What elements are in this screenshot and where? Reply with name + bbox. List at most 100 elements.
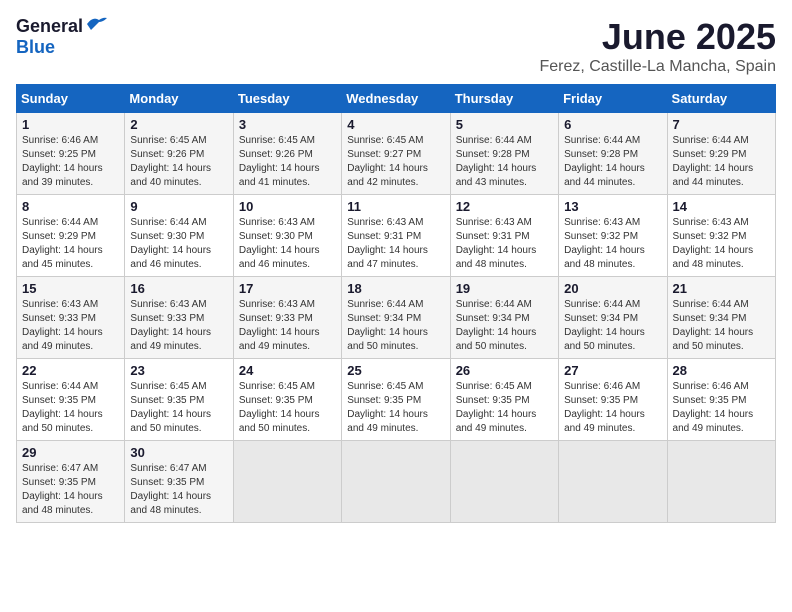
day-number: 18: [347, 281, 444, 296]
calendar-day-cell: 21 Sunrise: 6:44 AMSunset: 9:34 PMDayligh…: [667, 277, 775, 359]
day-info: Sunrise: 6:43 AMSunset: 9:31 PMDaylight:…: [347, 216, 444, 272]
calendar-day-cell: 25 Sunrise: 6:45 AMSunset: 9:35 PMDayligh…: [342, 359, 450, 441]
day-info: Sunrise: 6:44 AMSunset: 9:34 PMDaylight:…: [673, 298, 770, 354]
day-number: 29: [22, 445, 119, 460]
calendar-week-row: 8Sunrise: 6:44 AMSunset: 9:29 PMDaylight…: [17, 195, 776, 277]
calendar-day-cell: 8Sunrise: 6:44 AMSunset: 9:29 PMDaylight…: [17, 195, 125, 277]
calendar-day-cell: 2Sunrise: 6:45 AMSunset: 9:26 PMDaylight…: [125, 113, 233, 195]
day-info: Sunrise: 6:43 AMSunset: 9:31 PMDaylight:…: [456, 216, 553, 272]
day-number: 28: [673, 363, 770, 378]
calendar-week-row: 1Sunrise: 6:46 AMSunset: 9:25 PMDaylight…: [17, 113, 776, 195]
calendar-weekday-header: Friday: [559, 85, 667, 113]
day-info: Sunrise: 6:44 AMSunset: 9:28 PMDaylight:…: [456, 134, 553, 190]
calendar-weekday-header: Sunday: [17, 85, 125, 113]
day-number: 3: [239, 117, 336, 132]
day-info: Sunrise: 6:46 AMSunset: 9:25 PMDaylight:…: [22, 134, 119, 190]
calendar-week-row: 15 Sunrise: 6:43 AMSunset: 9:33 PMDayligh…: [17, 277, 776, 359]
day-info: Sunrise: 6:47 AMSunset: 9:35 PMDaylight:…: [130, 462, 227, 518]
calendar-table: SundayMondayTuesdayWednesdayThursdayFrid…: [16, 84, 776, 523]
calendar-day-cell: 23 Sunrise: 6:45 AMSunset: 9:35 PMDayligh…: [125, 359, 233, 441]
day-number: 2: [130, 117, 227, 132]
day-number: 12: [456, 199, 553, 214]
day-info: Sunrise: 6:43 AMSunset: 9:33 PMDaylight:…: [22, 298, 119, 354]
calendar-day-cell: 19 Sunrise: 6:44 AMSunset: 9:34 PMDayligh…: [450, 277, 558, 359]
day-number: 14: [673, 199, 770, 214]
calendar-day-cell: [233, 441, 341, 523]
day-number: 6: [564, 117, 661, 132]
calendar-day-cell: 17 Sunrise: 6:43 AMSunset: 9:33 PMDayligh…: [233, 277, 341, 359]
logo-bird-icon: [85, 16, 107, 32]
day-info: Sunrise: 6:43 AMSunset: 9:30 PMDaylight:…: [239, 216, 336, 272]
day-info: Sunrise: 6:43 AMSunset: 9:32 PMDaylight:…: [564, 216, 661, 272]
calendar-day-cell: [342, 441, 450, 523]
day-info: Sunrise: 6:45 AMSunset: 9:35 PMDaylight:…: [456, 380, 553, 436]
calendar-day-cell: 30 Sunrise: 6:47 AMSunset: 9:35 PMDayligh…: [125, 441, 233, 523]
day-info: Sunrise: 6:45 AMSunset: 9:35 PMDaylight:…: [130, 380, 227, 436]
calendar-day-cell: 13 Sunrise: 6:43 AMSunset: 9:32 PMDayligh…: [559, 195, 667, 277]
day-info: Sunrise: 6:45 AMSunset: 9:26 PMDaylight:…: [239, 134, 336, 190]
day-info: Sunrise: 6:47 AMSunset: 9:35 PMDaylight:…: [22, 462, 119, 518]
calendar-weekday-header: Saturday: [667, 85, 775, 113]
day-number: 9: [130, 199, 227, 214]
title-area: June 2025 Ferez, Castille-La Mancha, Spa…: [539, 16, 776, 76]
calendar-header-row: SundayMondayTuesdayWednesdayThursdayFrid…: [17, 85, 776, 113]
day-info: Sunrise: 6:46 AMSunset: 9:35 PMDaylight:…: [564, 380, 661, 436]
calendar-day-cell: 6 Sunrise: 6:44 AMSunset: 9:28 PMDaylight…: [559, 113, 667, 195]
day-number: 21: [673, 281, 770, 296]
day-number: 15: [22, 281, 119, 296]
calendar-day-cell: 27 Sunrise: 6:46 AMSunset: 9:35 PMDayligh…: [559, 359, 667, 441]
day-info: Sunrise: 6:43 AMSunset: 9:33 PMDaylight:…: [239, 298, 336, 354]
calendar-day-cell: [450, 441, 558, 523]
calendar-weekday-header: Tuesday: [233, 85, 341, 113]
day-number: 22: [22, 363, 119, 378]
calendar-day-cell: 10 Sunrise: 6:43 AMSunset: 9:30 PMDayligh…: [233, 195, 341, 277]
calendar-day-cell: 24 Sunrise: 6:45 AMSunset: 9:35 PMDayligh…: [233, 359, 341, 441]
calendar-weekday-header: Wednesday: [342, 85, 450, 113]
day-number: 10: [239, 199, 336, 214]
day-number: 13: [564, 199, 661, 214]
day-info: Sunrise: 6:43 AMSunset: 9:33 PMDaylight:…: [130, 298, 227, 354]
day-info: Sunrise: 6:46 AMSunset: 9:35 PMDaylight:…: [673, 380, 770, 436]
day-number: 27: [564, 363, 661, 378]
day-info: Sunrise: 6:45 AMSunset: 9:35 PMDaylight:…: [347, 380, 444, 436]
day-number: 30: [130, 445, 227, 460]
day-number: 7: [673, 117, 770, 132]
calendar-week-row: 22 Sunrise: 6:44 AMSunset: 9:35 PMDayligh…: [17, 359, 776, 441]
day-info: Sunrise: 6:43 AMSunset: 9:32 PMDaylight:…: [673, 216, 770, 272]
day-number: 25: [347, 363, 444, 378]
calendar-day-cell: 5 Sunrise: 6:44 AMSunset: 9:28 PMDaylight…: [450, 113, 558, 195]
day-number: 19: [456, 281, 553, 296]
calendar-day-cell: 11 Sunrise: 6:43 AMSunset: 9:31 PMDayligh…: [342, 195, 450, 277]
calendar-day-cell: 7Sunrise: 6:44 AMSunset: 9:29 PMDaylight…: [667, 113, 775, 195]
logo: General Blue: [16, 16, 107, 58]
calendar-day-cell: 1Sunrise: 6:46 AMSunset: 9:25 PMDaylight…: [17, 113, 125, 195]
day-info: Sunrise: 6:44 AMSunset: 9:29 PMDaylight:…: [22, 216, 119, 272]
calendar-day-cell: 12 Sunrise: 6:43 AMSunset: 9:31 PMDayligh…: [450, 195, 558, 277]
day-number: 11: [347, 199, 444, 214]
day-info: Sunrise: 6:44 AMSunset: 9:34 PMDaylight:…: [347, 298, 444, 354]
calendar-body: 1Sunrise: 6:46 AMSunset: 9:25 PMDaylight…: [17, 113, 776, 523]
calendar-day-cell: 28 Sunrise: 6:46 AMSunset: 9:35 PMDayligh…: [667, 359, 775, 441]
calendar-weekday-header: Thursday: [450, 85, 558, 113]
calendar-day-cell: 26 Sunrise: 6:45 AMSunset: 9:35 PMDayligh…: [450, 359, 558, 441]
day-info: Sunrise: 6:44 AMSunset: 9:35 PMDaylight:…: [22, 380, 119, 436]
calendar-day-cell: 22 Sunrise: 6:44 AMSunset: 9:35 PMDayligh…: [17, 359, 125, 441]
calendar-day-cell: 3 Sunrise: 6:45 AMSunset: 9:26 PMDaylight…: [233, 113, 341, 195]
month-title: June 2025: [539, 16, 776, 58]
day-number: 23: [130, 363, 227, 378]
calendar-day-cell: 14 Sunrise: 6:43 AMSunset: 9:32 PMDayligh…: [667, 195, 775, 277]
calendar-day-cell: 15 Sunrise: 6:43 AMSunset: 9:33 PMDayligh…: [17, 277, 125, 359]
day-number: 26: [456, 363, 553, 378]
logo-blue: Blue: [16, 37, 55, 57]
calendar-day-cell: 18 Sunrise: 6:44 AMSunset: 9:34 PMDayligh…: [342, 277, 450, 359]
location-title: Ferez, Castille-La Mancha, Spain: [539, 58, 776, 76]
day-number: 17: [239, 281, 336, 296]
day-number: 20: [564, 281, 661, 296]
day-info: Sunrise: 6:44 AMSunset: 9:34 PMDaylight:…: [456, 298, 553, 354]
day-number: 5: [456, 117, 553, 132]
day-info: Sunrise: 6:45 AMSunset: 9:35 PMDaylight:…: [239, 380, 336, 436]
calendar-day-cell: 16Sunrise: 6:43 AMSunset: 9:33 PMDayligh…: [125, 277, 233, 359]
day-info: Sunrise: 6:44 AMSunset: 9:28 PMDaylight:…: [564, 134, 661, 190]
calendar-day-cell: [559, 441, 667, 523]
day-number: 24: [239, 363, 336, 378]
